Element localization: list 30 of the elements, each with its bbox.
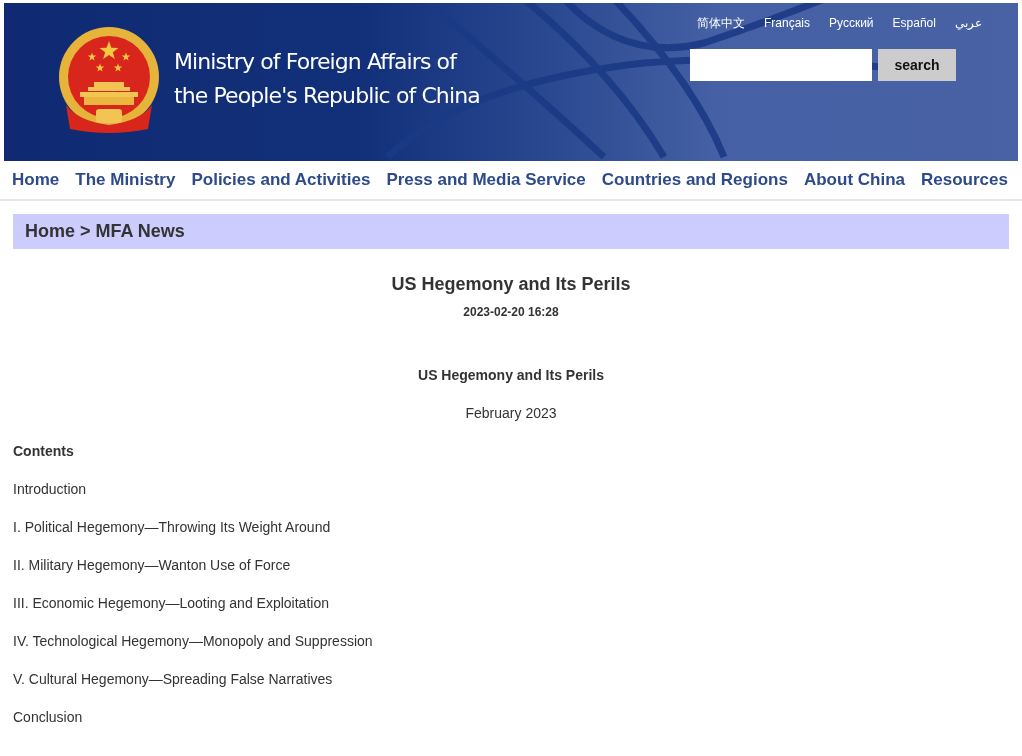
breadcrumb-link[interactable]: MFA News [95, 221, 185, 242]
language-link[interactable]: 简体中文 [697, 14, 745, 32]
nav-link[interactable]: Policies and Activities [191, 170, 371, 190]
language-link[interactable]: Français [764, 16, 810, 30]
nav-link[interactable]: The Ministry [75, 170, 176, 190]
language-link[interactable]: Español [892, 16, 936, 30]
search-field[interactable] [690, 49, 872, 81]
contents-item: II. Military Hegemony—Wanton Use of Force [13, 556, 291, 574]
nav-link[interactable]: Countries and Regions [601, 170, 788, 190]
contents-heading: Contents [13, 442, 74, 460]
breadcrumb-link[interactable]: Home [25, 221, 75, 242]
site-title: Ministry of Foreign Affairs of the People's Republic of China [174, 48, 480, 110]
contents-item: I. Political Hegemony—Throwing Its Weight Around [13, 518, 331, 536]
publish-date: 2023-02-20 16:28 [463, 305, 559, 319]
contents-item: Conclusion [13, 708, 83, 726]
nav-link[interactable]: Resources [921, 170, 1008, 190]
document-date: February 2023 [465, 404, 557, 422]
document-title: US Hegemony and Its Perils [418, 366, 604, 384]
language-link[interactable]: عربي [954, 16, 982, 30]
contents-item: III. Economic Hegemony—Looting and Exploitation [13, 594, 329, 612]
nav-link[interactable]: Press and Media Service [386, 170, 586, 190]
contents-item: IV. Technological Hegemony—Monopoly and Suppression [13, 632, 373, 650]
language-link[interactable]: Русский [829, 16, 874, 30]
breadcrumb-separator: > [80, 221, 91, 242]
nav-link[interactable]: About China [803, 170, 905, 190]
search-button[interactable]: search [878, 49, 956, 81]
contents-item: V. Cultural Hegemony—Spreading False Narratives [13, 670, 333, 688]
article-title: US Hegemony and Its Perils [391, 273, 631, 295]
nav-link[interactable]: Home [12, 170, 60, 190]
contents-item: Introduction [13, 480, 87, 498]
